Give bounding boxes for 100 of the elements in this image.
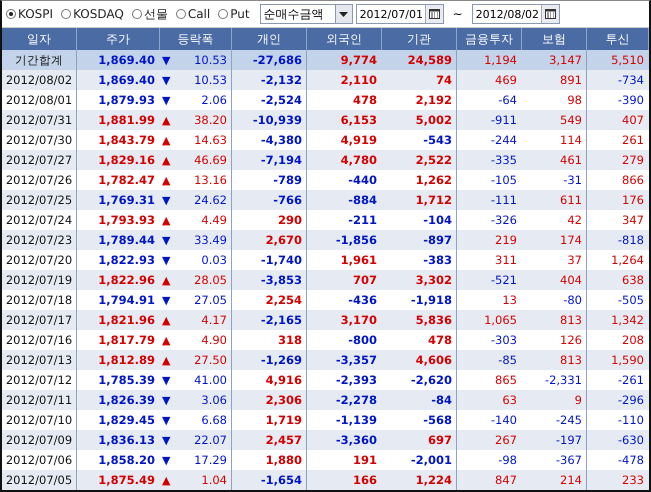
change-arrow: ▲	[162, 354, 170, 366]
value-cell-text: -505	[616, 292, 645, 309]
market-radio[interactable]: KOSDAQ	[61, 7, 124, 21]
value-cell-text: -800	[347, 332, 378, 349]
value-cell-text: 166	[352, 472, 378, 489]
change-arrow: ▼	[162, 54, 170, 66]
value-cell-text: 1,264	[610, 252, 645, 269]
value-cell-text: -85	[497, 352, 518, 369]
price-cell-text: 1,826.39	[97, 392, 156, 409]
change-value: 41.00	[194, 373, 227, 387]
value-cell-text: -111	[490, 192, 518, 209]
value-cell: 214	[522, 470, 587, 490]
range-separator: ~	[452, 7, 464, 21]
change-arrow: ▲	[162, 334, 170, 346]
price-cell-text: 1,782.47	[97, 172, 156, 189]
change-arrow: ▼	[162, 394, 170, 406]
value-cell-text: -3,360	[334, 432, 378, 449]
change-value: 3.06	[201, 393, 227, 407]
value-cell-text: -734	[616, 72, 645, 89]
value-cell-text: 208	[621, 332, 645, 349]
value-cell-text: 219	[494, 232, 518, 249]
price-cell-text: 1,869.40	[97, 52, 156, 69]
value-cell-text: -211	[347, 212, 378, 229]
value-cell-text: -110	[616, 412, 645, 429]
price-cell-text: 1,817.79	[97, 332, 156, 349]
price-cell-text: 1,822.96	[97, 272, 156, 289]
value-cell-text: -440	[347, 172, 378, 189]
value-cell-text: -390	[616, 92, 645, 109]
calendar-icon[interactable]	[544, 9, 556, 19]
change-arrow: ▲	[162, 474, 170, 486]
price-cell-text: 1,789.44	[97, 232, 156, 249]
calendar-icon[interactable]	[428, 9, 440, 19]
value-cell-text: -303	[490, 332, 518, 349]
value-cell-text: -105	[490, 172, 518, 189]
value-cell-text: -521	[490, 272, 518, 289]
price-cell-text: 1,881.99	[97, 112, 156, 129]
market-radio[interactable]: KOSPI	[6, 7, 54, 21]
change-arrow: ▼	[162, 374, 170, 386]
value-cell-text: -884	[347, 192, 378, 209]
value-cell-text: -261	[616, 372, 645, 389]
value-cell-text: -296	[616, 392, 645, 409]
change-arrow: ▼	[162, 434, 170, 446]
price-cell-text: 1,869.40	[97, 72, 156, 89]
value-cell-text: 5,510	[610, 52, 645, 69]
market-radio[interactable]: 선물	[132, 6, 168, 22]
value-cell-text: 267	[494, 432, 518, 449]
value-cell-text: 1,065	[483, 312, 518, 329]
value-cell-text: 4,919	[340, 132, 378, 149]
value-cell-text: 3,170	[340, 312, 378, 329]
change-value: 14.63	[194, 133, 227, 147]
change-value: 4.17	[201, 313, 227, 327]
market-radio[interactable]: Call	[176, 7, 210, 21]
value-cell-text: 261	[621, 132, 645, 149]
price-cell-text: 1,836.13	[97, 432, 156, 449]
change-value: 27.05	[194, 293, 227, 307]
start-date-field[interactable]: 2012/07/01	[356, 4, 444, 24]
value-cell-text: -1,139	[334, 412, 378, 429]
change-arrow: ▼	[162, 74, 170, 86]
change-value: 33.49	[194, 233, 227, 247]
change-arrow: ▼	[162, 254, 170, 266]
value-cell-text: 9,774	[340, 52, 378, 69]
change-value: 0.03	[201, 253, 227, 267]
change-arrow: ▲	[162, 114, 170, 126]
value-cell-text: 233	[621, 472, 645, 489]
value-cell-text: 2,110	[340, 72, 378, 89]
change-value: 27.50	[194, 353, 227, 367]
change-arrow: ▲	[162, 314, 170, 326]
price-cell-text: 1,793.93	[97, 212, 156, 229]
change-value: 2.06	[201, 93, 227, 107]
change-value: 17.29	[194, 453, 227, 467]
value-cell-text: -1,856	[334, 232, 378, 249]
change-arrow: ▲	[162, 154, 170, 166]
value-cell-text: -140	[490, 412, 518, 429]
value-cell-text: -818	[616, 232, 645, 249]
price-cell-text: 1,829.45	[97, 412, 156, 429]
change-arrow: ▲	[162, 214, 170, 226]
price-cell-text: 1,875.49	[97, 472, 156, 489]
price-cell-text: 1,858.20	[97, 452, 156, 469]
value-cell-text: -478	[616, 452, 645, 469]
value-cell-text: 279	[621, 152, 645, 169]
change-arrow: ▼	[162, 294, 170, 306]
change-value: 22.07	[194, 433, 227, 447]
price-cell-text: 1,785.39	[97, 372, 156, 389]
market-radio[interactable]: Put	[218, 7, 250, 21]
value-cell-text: -911	[490, 112, 518, 129]
value-cell-text: -436	[347, 292, 378, 309]
dropdown-caret-icon	[339, 12, 348, 16]
price-cell-text: 1,821.96	[97, 312, 156, 329]
value-cell-text: 191	[352, 452, 378, 469]
value-cell-text: 1,194	[483, 52, 518, 69]
end-date-field[interactable]: 2012/08/02	[472, 4, 560, 24]
price-cell-text: 1,822.93	[97, 252, 156, 269]
value-cell-text: 866	[621, 172, 645, 189]
price-cell-text: 1,843.79	[97, 132, 156, 149]
value-cell-text: 4,780	[340, 152, 378, 169]
value-cell-text: 1,342	[610, 312, 645, 329]
value-cell-text: 1,590	[610, 352, 645, 369]
measure-dropdown[interactable]: 순매수금액	[260, 4, 353, 24]
change-arrow: ▲	[162, 134, 170, 146]
change-value: 46.69	[194, 153, 227, 167]
